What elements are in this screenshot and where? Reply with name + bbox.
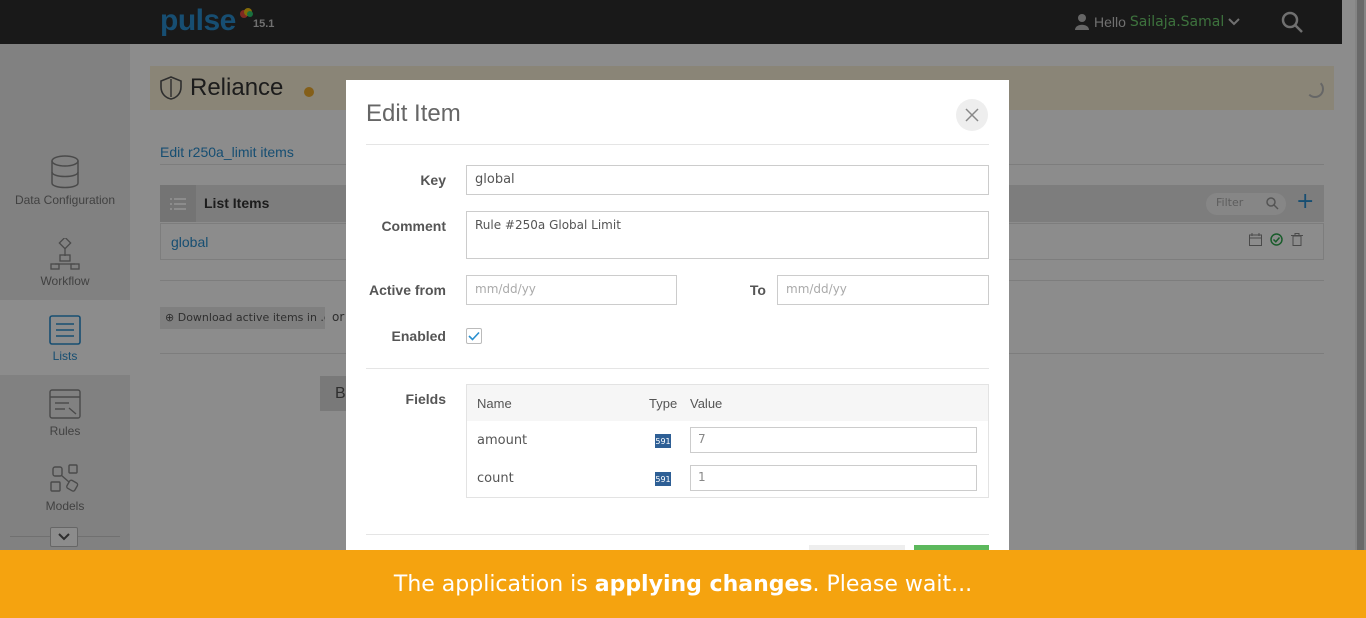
to-label: To — [749, 282, 766, 298]
edit-item-dialog: Edit Item Key global Comment Rule #250a … — [346, 80, 1009, 550]
field-type-badge: 591 — [655, 472, 671, 486]
status-toast: The application is applying changes. Ple… — [0, 550, 1366, 618]
toast-text-bold: applying changes — [594, 571, 813, 597]
column-name: Name — [477, 396, 512, 411]
field-name: count — [477, 471, 514, 486]
comment-value: Rule #250a Global Limit — [475, 218, 621, 232]
to-date-input[interactable]: mm/dd/yy — [777, 275, 989, 305]
field-name: amount — [477, 433, 528, 448]
field-value: 1 — [698, 470, 706, 484]
fields-table: Name Type Value amount 591 7 count 591 1 — [466, 384, 989, 498]
dialog-title: Edit Item — [366, 100, 461, 127]
field-value-input[interactable]: 7 — [690, 427, 977, 453]
toast-text-prefix: The application is — [393, 571, 595, 597]
dialog-divider — [366, 368, 989, 369]
dialog-divider — [366, 534, 989, 535]
close-button[interactable] — [956, 99, 988, 131]
checkmark-icon — [468, 331, 480, 341]
enabled-label: Enabled — [391, 328, 446, 344]
table-row: count 591 1 — [467, 460, 988, 498]
table-row: amount 591 7 — [467, 422, 988, 460]
fields-label: Fields — [405, 391, 446, 407]
key-label: Key — [420, 172, 446, 188]
fields-table-header: Name Type Value — [467, 385, 988, 421]
column-value: Value — [690, 396, 723, 411]
toast-text-suffix: . Please wait... — [812, 571, 973, 597]
app-root: pulse 15.1 Hello Sailaja.Samal Data Conf… — [0, 0, 1366, 618]
to-placeholder: mm/dd/yy — [786, 282, 847, 296]
field-type-badge: 591 — [655, 434, 671, 448]
column-type: Type — [649, 396, 678, 411]
key-input[interactable]: global — [466, 165, 989, 195]
close-icon — [965, 108, 979, 122]
active-from-placeholder: mm/dd/yy — [475, 282, 536, 296]
key-value: global — [475, 172, 515, 187]
field-value: 7 — [698, 432, 706, 446]
field-value-input[interactable]: 1 — [690, 465, 977, 491]
comment-label: Comment — [381, 218, 446, 234]
dialog-divider — [366, 144, 989, 145]
active-from-input[interactable]: mm/dd/yy — [466, 275, 677, 305]
comment-textarea[interactable]: Rule #250a Global Limit — [466, 211, 989, 259]
enabled-checkbox[interactable] — [466, 328, 482, 344]
active-from-label: Active from — [368, 282, 446, 298]
